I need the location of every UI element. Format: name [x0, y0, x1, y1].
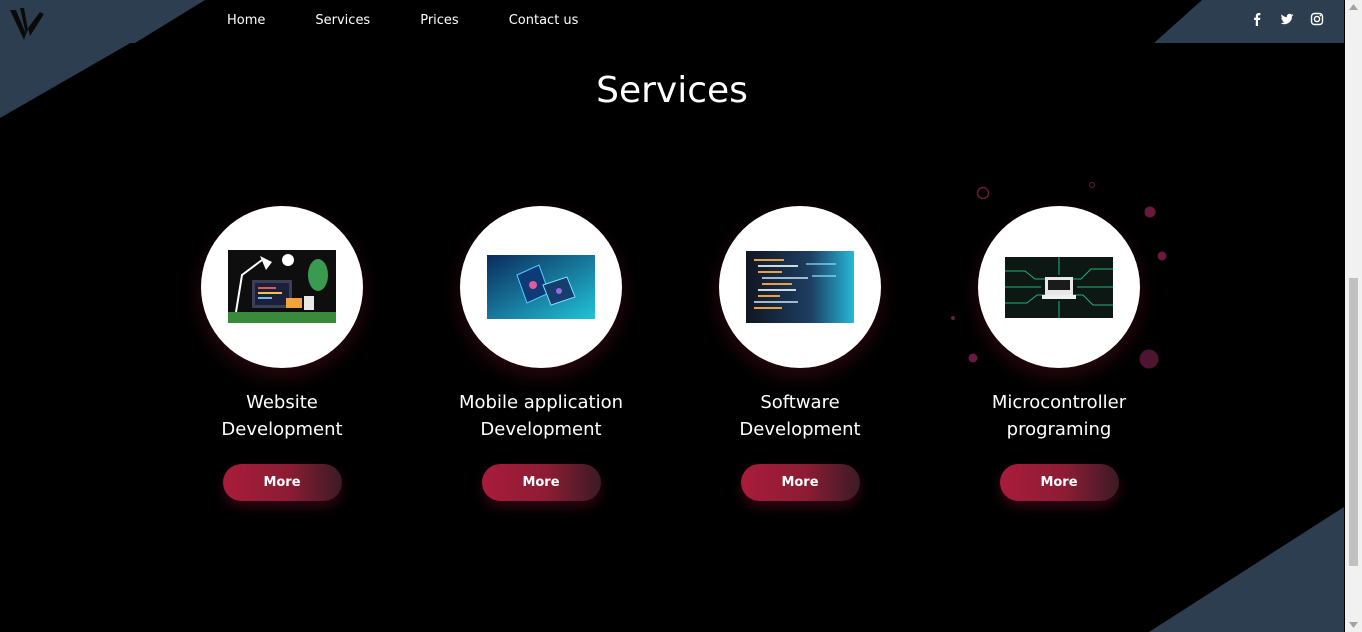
instagram-icon[interactable] — [1310, 11, 1324, 26]
service-card-website: Website Development More — [182, 206, 382, 501]
brand-logo[interactable] — [6, 4, 46, 42]
scroll-down-arrow-icon[interactable] — [1349, 622, 1358, 628]
social-links — [1250, 11, 1324, 26]
more-button-microcontroller[interactable]: More — [999, 464, 1119, 501]
service-image-circle — [719, 206, 881, 368]
service-image-circle — [460, 206, 622, 368]
nav-contact-us[interactable]: Contact us — [509, 13, 579, 28]
mobile-app-development-image — [487, 255, 595, 319]
nav-services[interactable]: Services — [315, 13, 370, 28]
main-navigation: Home Services Prices Contact us — [227, 0, 628, 40]
service-title: Microcontroller programing — [991, 392, 1127, 440]
service-card-software: Software Development More — [700, 206, 900, 501]
corner-decoration-bottom-right — [1149, 507, 1344, 632]
page-scrollbar[interactable] — [1345, 0, 1362, 632]
scroll-up-arrow-icon[interactable] — [1349, 4, 1358, 10]
more-button-software[interactable]: More — [740, 464, 860, 501]
navbar-background — [0, 0, 205, 43]
nav-prices[interactable]: Prices — [420, 13, 459, 28]
service-title: Website Development — [221, 392, 343, 440]
nav-home[interactable]: Home — [227, 13, 265, 28]
service-image-circle — [978, 206, 1140, 368]
service-title: Mobile application Development — [458, 392, 624, 440]
navbar: Home Services Prices Contact us — [0, 0, 1344, 43]
more-button-mobile[interactable]: More — [481, 464, 601, 501]
service-title: Software Development — [739, 392, 861, 440]
more-button-website[interactable]: More — [222, 464, 342, 501]
service-card-mobile: Mobile application Development More — [441, 206, 641, 501]
website-development-image — [228, 250, 336, 323]
service-card-microcontroller: Microcontroller programing More — [959, 206, 1159, 501]
software-development-image — [746, 251, 854, 323]
facebook-icon[interactable] — [1250, 11, 1264, 26]
scrollbar-thumb[interactable] — [1349, 278, 1358, 566]
service-image-circle — [201, 206, 363, 368]
microcontroller-programing-image — [1005, 257, 1113, 318]
section-title: Services — [596, 70, 748, 111]
twitter-icon[interactable] — [1280, 11, 1294, 25]
